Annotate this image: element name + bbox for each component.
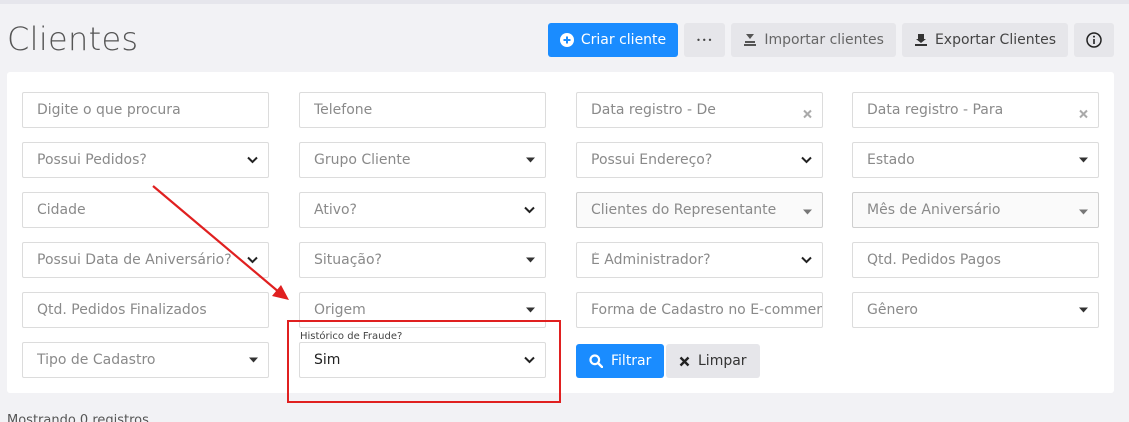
caret-down-icon: [1079, 307, 1088, 313]
more-options-button[interactable]: •••: [684, 23, 726, 57]
search-input[interactable]: Digite o que procura: [22, 92, 269, 128]
plus-circle-icon: [559, 33, 574, 47]
gender-select[interactable]: Gênero: [852, 292, 1099, 328]
ellipsis-icon: •••: [696, 35, 714, 45]
chevron-down-icon: [247, 256, 258, 264]
has-orders-select[interactable]: Possui Pedidos?: [22, 142, 269, 178]
chevron-down-icon: [801, 256, 812, 264]
ecommerce-signup-form-select[interactable]: Forma de Cadastro no E-commerce: [576, 292, 823, 328]
chevron-down-icon: [247, 156, 258, 164]
client-group-select[interactable]: Grupo Cliente: [299, 142, 546, 178]
date-to-input[interactable]: Data registro - Para: [852, 92, 1099, 128]
clear-button-label: Limpar: [698, 353, 747, 369]
state-select[interactable]: Estado: [852, 142, 1099, 178]
birthday-month-select[interactable]: Mês de Aniversário: [852, 192, 1099, 228]
caret-down-icon: [526, 307, 535, 313]
active-select[interactable]: Ativo?: [299, 192, 546, 228]
has-address-select[interactable]: Possui Endereço?: [576, 142, 823, 178]
close-icon: [679, 356, 690, 367]
caret-down-icon: [526, 157, 535, 163]
top-strip: [0, 0, 1129, 4]
info-icon: [1086, 32, 1102, 48]
filter-button-label: Filtrar: [611, 353, 652, 369]
finished-orders-qty-input[interactable]: Qtd. Pedidos Finalizados: [22, 292, 269, 328]
paid-orders-qty-input[interactable]: Qtd. Pedidos Pagos: [852, 242, 1099, 278]
phone-input[interactable]: Telefone: [299, 92, 546, 128]
info-button[interactable]: [1074, 23, 1114, 57]
date-from-input[interactable]: Data registro - De: [576, 92, 823, 128]
search-icon: [589, 354, 603, 368]
chevron-down-icon: [801, 156, 812, 164]
clear-x-icon[interactable]: [1079, 109, 1088, 119]
is-admin-select[interactable]: É Administrador?: [576, 242, 823, 278]
page-title: Clientes: [7, 20, 139, 58]
annotation-highlight-box: [287, 320, 561, 403]
city-input[interactable]: Cidade: [22, 192, 269, 228]
signup-type-select[interactable]: Tipo de Cadastro: [22, 342, 269, 378]
filter-button[interactable]: Filtrar: [576, 344, 665, 378]
caret-down-icon: [526, 257, 535, 263]
caret-down-icon: [1079, 157, 1088, 163]
import-icon: [743, 33, 757, 47]
caret-down-icon: [1079, 209, 1088, 215]
caret-down-icon: [249, 357, 258, 363]
import-clients-label: Importar clientes: [764, 32, 884, 48]
toolbar: Criar cliente ••• Importar clientes Expo…: [547, 23, 1114, 57]
import-clients-button[interactable]: Importar clientes: [731, 23, 896, 57]
has-birthdate-select[interactable]: Possui Data de Aniversário?: [22, 242, 269, 278]
create-client-label: Criar cliente: [580, 32, 667, 48]
representative-clients-select[interactable]: Clientes do Representante: [576, 192, 823, 228]
situation-select[interactable]: Situação?: [299, 242, 546, 278]
export-icon: [914, 33, 928, 47]
export-clients-label: Exportar Clientes: [934, 32, 1056, 48]
clear-x-icon[interactable]: [803, 109, 812, 119]
caret-down-icon: [803, 209, 812, 215]
chevron-down-icon: [524, 206, 535, 214]
create-client-button[interactable]: Criar cliente: [547, 23, 679, 57]
export-clients-button[interactable]: Exportar Clientes: [901, 23, 1068, 57]
records-count-text: Mostrando 0 registros: [7, 413, 149, 422]
clear-button[interactable]: Limpar: [666, 344, 760, 378]
